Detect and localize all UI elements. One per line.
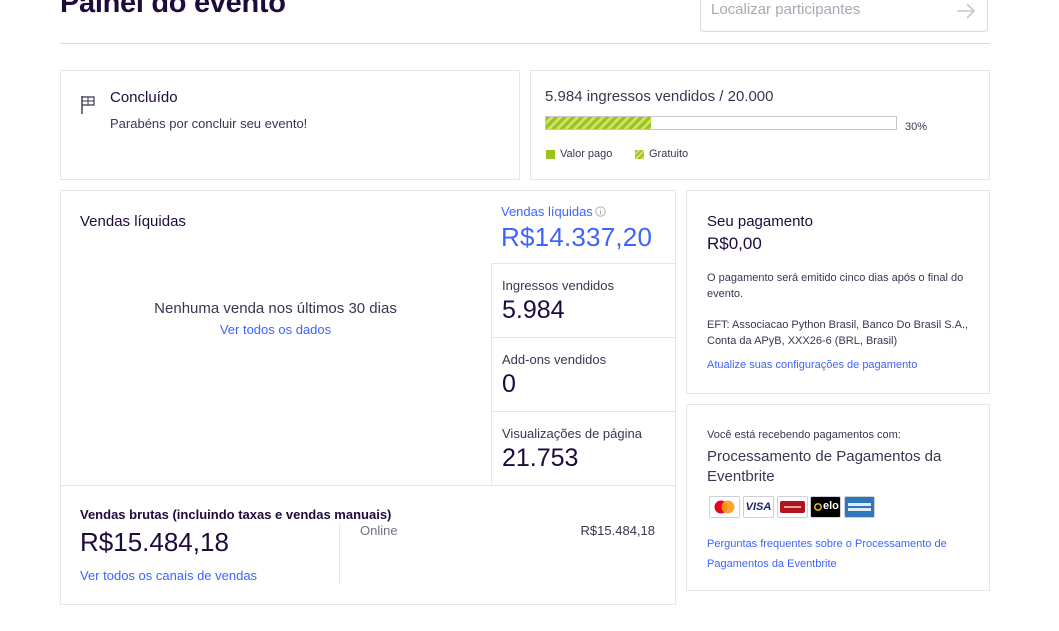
sales-title: Vendas líquidas [80, 213, 186, 230]
payment-title: Seu pagamento [707, 213, 813, 230]
legend-paid-label: Valor pago [560, 148, 613, 160]
gross-sales-value: R$15.484,18 [80, 527, 229, 557]
net-sales-value: R$14.337,20 [501, 222, 653, 252]
info-icon[interactable] [595, 206, 606, 217]
search-input-placeholder[interactable]: Localizar participantes [711, 1, 860, 18]
metrics-sep-2 [491, 411, 676, 412]
elo-logo-text: elo [823, 500, 839, 512]
channel-value: R$15.484,18 [580, 523, 655, 538]
no-sales-message: Nenhuma venda nos últimos 30 dias [154, 300, 397, 317]
payment-eft-details: EFT: Associacao Python Brasil, Banco Do … [707, 319, 969, 347]
pageviews-value: 21.753 [502, 444, 579, 472]
tickets-sold-value: 5.984 [502, 296, 565, 324]
tickets-summary: 5.984 ingressos vendidos / 20.000 [545, 88, 774, 105]
gross-sales-divider [60, 485, 676, 486]
elo-logo: elo [810, 496, 841, 518]
status-message: Parabéns por concluir seu evento! [110, 116, 308, 131]
page-title: Painel do evento [60, 0, 286, 19]
event-status-card: Concluído Parabéns por concluir seu even… [60, 70, 520, 180]
tickets-progress-fill [546, 117, 651, 129]
status-title: Concluído [110, 89, 178, 106]
legend-free-label: Gratuito [649, 148, 689, 160]
tickets-percent: 30% [905, 121, 928, 133]
participant-search[interactable]: Localizar participantes [700, 0, 988, 32]
addons-sold-label: Add-ons vendidos [502, 352, 607, 367]
net-sales-label: Vendas líquidas [501, 204, 593, 219]
payment-amount: R$0,00 [707, 234, 762, 253]
pageviews-label: Visualizações de página [502, 426, 642, 441]
legend-free-swatch [635, 150, 644, 159]
metrics-sep-1 [491, 337, 676, 338]
tickets-sold-label: Ingressos vendidos [502, 278, 615, 293]
mastercard-logo [709, 496, 740, 518]
amex-logo [844, 496, 875, 518]
hipercard-logo [777, 496, 808, 518]
channels-divider [339, 523, 340, 583]
payment-note: O pagamento será emitido cinco dias após… [707, 272, 964, 300]
channel-name: Online [360, 523, 398, 538]
tickets-progress-bar [545, 116, 897, 130]
gross-sales-label: Vendas brutas (incluindo taxas e vendas … [80, 507, 392, 522]
visa-logo-text: VISA [745, 501, 772, 513]
processing-faq-link[interactable]: Perguntas frequentes sobre o Processamen… [707, 534, 977, 574]
view-sales-channels-link[interactable]: Ver todos os canais de vendas [80, 568, 257, 583]
processing-intro: Você está recebendo pagamentos com: [707, 429, 901, 441]
processing-name: Processamento de Pagamentos da Eventbrit… [707, 448, 942, 485]
addons-sold-value: 0 [502, 370, 516, 398]
legend-paid-swatch [546, 150, 555, 159]
flag-icon [81, 96, 95, 114]
payment-settings-link[interactable]: Atualize suas configurações de pagamento [707, 359, 917, 371]
header-divider [60, 43, 990, 44]
visa-logo: VISA [743, 496, 774, 518]
arrow-right-icon[interactable] [955, 1, 977, 21]
view-all-data-link[interactable]: Ver todos os dados [60, 322, 491, 337]
